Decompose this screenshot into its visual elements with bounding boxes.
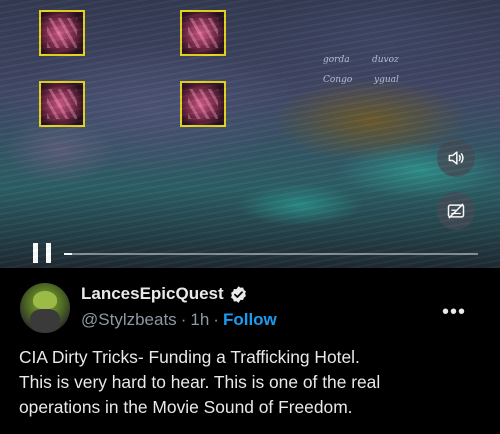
- post-card: LancesEpicQuest @Stylzbeats · 1h · Follo…: [0, 268, 500, 434]
- video-overlay-text: duvoz: [372, 55, 399, 65]
- separator-dot: ·: [180, 310, 187, 329]
- author-handle[interactable]: @Stylzbeats: [81, 310, 177, 330]
- avatar[interactable]: [20, 283, 70, 333]
- author-meta-row: @Stylzbeats · 1h · Follow: [81, 310, 277, 330]
- more-options-icon[interactable]: •••: [442, 301, 466, 324]
- separator-dot: ·: [213, 310, 219, 329]
- video-thumbnail-frame: [39, 10, 85, 56]
- author-name-row: LancesEpicQuest: [81, 284, 248, 304]
- video-overlay-text: ygual: [374, 75, 399, 85]
- post-text-line: This is very hard to hear. This is one o…: [19, 372, 381, 392]
- captions-off-icon: [447, 203, 465, 219]
- video-progress-fill: [64, 253, 73, 255]
- post-timestamp[interactable]: 1h: [190, 310, 209, 330]
- follow-button[interactable]: Follow: [223, 310, 277, 330]
- video-thumbnail-frame: [180, 10, 226, 56]
- volume-button[interactable]: [437, 139, 475, 177]
- verified-badge-icon: [230, 285, 246, 303]
- post-text: CIA Dirty Tricks- Funding a Trafficking …: [19, 345, 489, 420]
- pause-icon: [33, 243, 38, 263]
- author-display-name[interactable]: LancesEpicQuest: [81, 284, 224, 304]
- video-thumbnail-frame: [180, 81, 226, 127]
- video-thumbnail-frame: [39, 81, 85, 127]
- post-text-line: operations in the Movie Sound of Freedom…: [19, 397, 353, 417]
- post-text-line: CIA Dirty Tricks- Funding a Trafficking …: [19, 347, 360, 367]
- video-progress-bar[interactable]: [64, 253, 478, 255]
- video-player[interactable]: gorda duvoz Congo ygual: [0, 0, 500, 268]
- pause-button[interactable]: [33, 243, 51, 263]
- video-overlay-text: gorda: [323, 55, 350, 65]
- captions-button[interactable]: [437, 192, 475, 230]
- speaker-icon: [448, 151, 464, 165]
- video-overlay-text: Congo: [323, 75, 353, 85]
